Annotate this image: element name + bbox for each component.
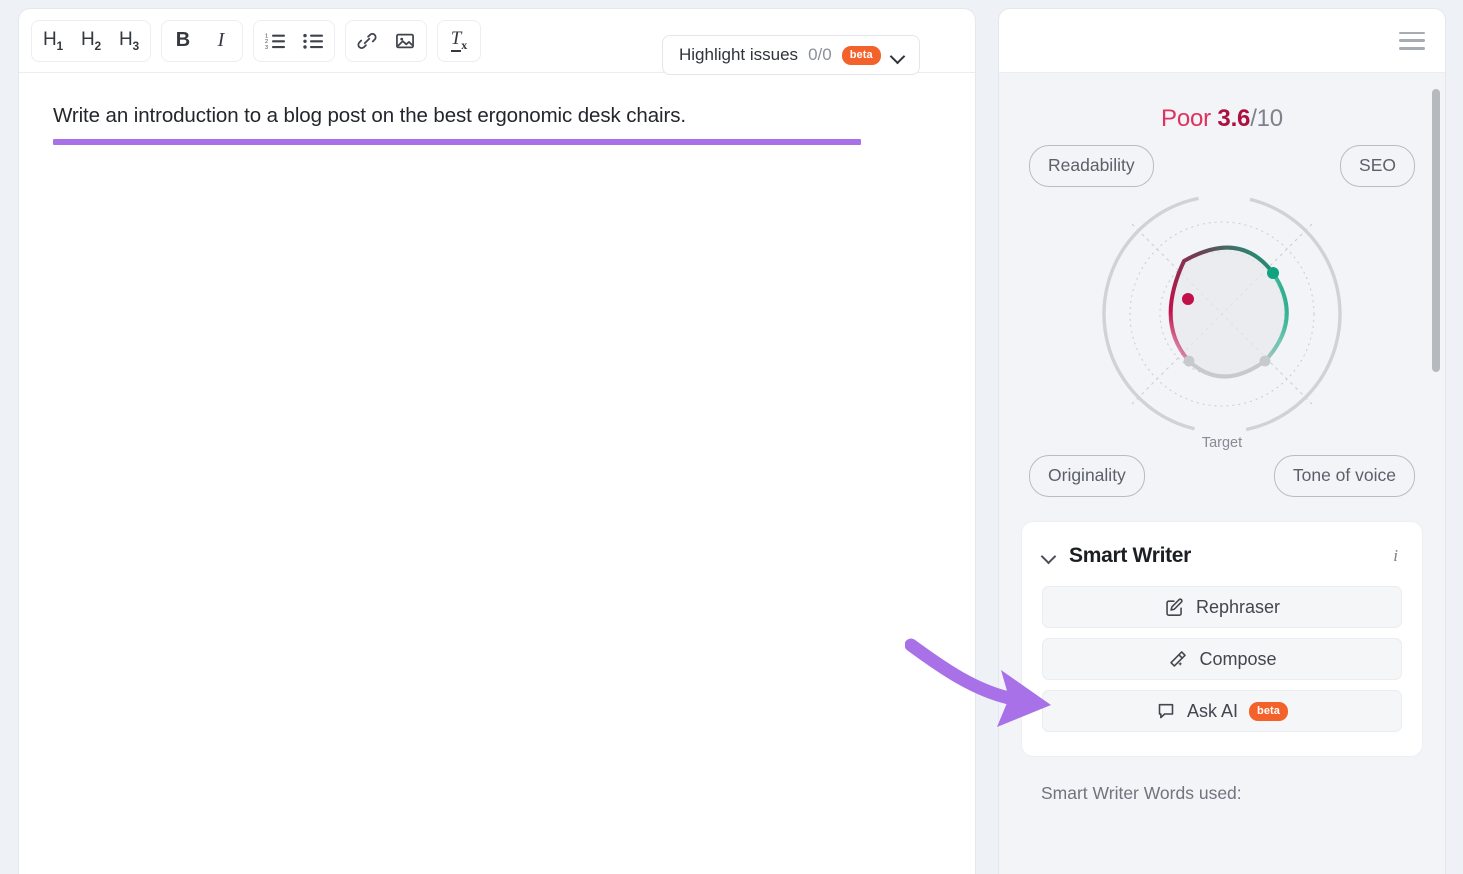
heading-2-button[interactable]: H2: [72, 22, 110, 60]
score-radar-chart: Readability SEO Originality Tone of voic…: [1021, 141, 1423, 501]
svg-text:3: 3: [265, 44, 268, 49]
radar-chart-svg: [1095, 187, 1349, 443]
chevron-down-icon: [891, 51, 905, 60]
clear-formatting-button[interactable]: Tx: [440, 22, 478, 60]
bold-icon: B: [176, 29, 190, 52]
bulleted-list-button[interactable]: [294, 22, 332, 60]
chart-axis-originality[interactable]: Originality: [1029, 455, 1145, 497]
side-panel-body: Poor 3.6/10 Readability SEO Originality …: [999, 105, 1445, 804]
rephraser-pencil-icon: [1164, 597, 1185, 618]
hamburger-menu-icon[interactable]: [1399, 32, 1425, 50]
beta-badge: beta: [842, 46, 881, 65]
link-icon: [356, 30, 378, 52]
radar-point-originality: [1184, 356, 1195, 367]
content-score: Poor 3.6/10: [1021, 105, 1423, 133]
italic-button[interactable]: I: [202, 22, 240, 60]
clear-formatting-icon: Tx: [451, 28, 468, 53]
chart-axis-seo[interactable]: SEO: [1340, 145, 1415, 187]
chevron-down-icon[interactable]: [1042, 551, 1057, 561]
editor-toolbar: H1 H2 H3 B I 1: [19, 9, 975, 73]
side-panel-header: [999, 9, 1445, 73]
toolbar-group-insert: [345, 20, 427, 62]
rephraser-label: Rephraser: [1196, 597, 1280, 618]
image-button[interactable]: [386, 22, 424, 60]
radar-point-tone-of-voice: [1260, 356, 1271, 367]
compose-button[interactable]: Compose: [1042, 638, 1402, 680]
score-rating: Poor: [1161, 105, 1211, 132]
highlight-issues-label: Highlight issues: [679, 45, 798, 65]
heading-3-button[interactable]: H3: [110, 22, 148, 60]
ask-ai-button[interactable]: Ask AI beta: [1042, 690, 1402, 732]
numbered-list-icon: 1 2 3: [265, 32, 285, 50]
toolbar-group-inline-format: B I: [161, 20, 243, 62]
bulleted-list-icon: [303, 32, 323, 50]
compose-wand-icon: [1167, 649, 1188, 670]
side-panel-scrollbar[interactable]: [1431, 81, 1441, 871]
insights-side-panel: Poor 3.6/10 Readability SEO Originality …: [998, 8, 1446, 874]
rephraser-button[interactable]: Rephraser: [1042, 586, 1402, 628]
app-root: H1 H2 H3 B I 1: [0, 0, 1463, 874]
image-icon: [394, 30, 416, 52]
score-value: 3.6: [1217, 105, 1250, 132]
radar-target-label: Target: [1195, 435, 1249, 451]
heading-1-icon: H1: [43, 29, 63, 53]
smart-writer-card: Smart Writer i Rephraser: [1021, 521, 1423, 757]
link-button[interactable]: [348, 22, 386, 60]
smart-writer-words-used-label: Smart Writer Words used:: [1021, 783, 1423, 804]
text-highlight-underline: [53, 139, 861, 145]
compose-label: Compose: [1199, 649, 1276, 670]
smart-writer-header: Smart Writer i: [1042, 544, 1402, 568]
radar-point-readability: [1182, 293, 1194, 305]
toolbar-group-clear: Tx: [437, 20, 481, 62]
highlight-issues-count: 0/0: [808, 45, 832, 65]
scrollbar-thumb[interactable]: [1432, 89, 1440, 372]
chart-axis-readability[interactable]: Readability: [1029, 145, 1154, 187]
heading-2-icon: H2: [81, 29, 101, 53]
heading-1-button[interactable]: H1: [34, 22, 72, 60]
document-text[interactable]: Write an introduction to a blog post on …: [53, 101, 941, 132]
editor-panel: H1 H2 H3 B I 1: [18, 8, 976, 874]
numbered-list-button[interactable]: 1 2 3: [256, 22, 294, 60]
bold-button[interactable]: B: [164, 22, 202, 60]
chart-axis-tone-of-voice[interactable]: Tone of voice: [1274, 455, 1415, 497]
heading-3-icon: H3: [119, 29, 139, 53]
ask-ai-chat-icon: [1156, 701, 1176, 721]
italic-icon: I: [218, 29, 225, 52]
toolbar-group-lists: 1 2 3: [253, 20, 335, 62]
smart-writer-title: Smart Writer: [1069, 544, 1381, 568]
beta-badge: beta: [1249, 702, 1288, 721]
highlight-issues-dropdown[interactable]: Highlight issues 0/0 beta: [662, 35, 920, 75]
score-max: /10: [1250, 105, 1283, 132]
document-editor[interactable]: Write an introduction to a blog post on …: [19, 73, 975, 145]
info-icon[interactable]: i: [1393, 546, 1402, 566]
radar-point-seo: [1267, 267, 1279, 279]
ask-ai-label: Ask AI: [1187, 701, 1238, 722]
toolbar-group-headings: H1 H2 H3: [31, 20, 151, 62]
